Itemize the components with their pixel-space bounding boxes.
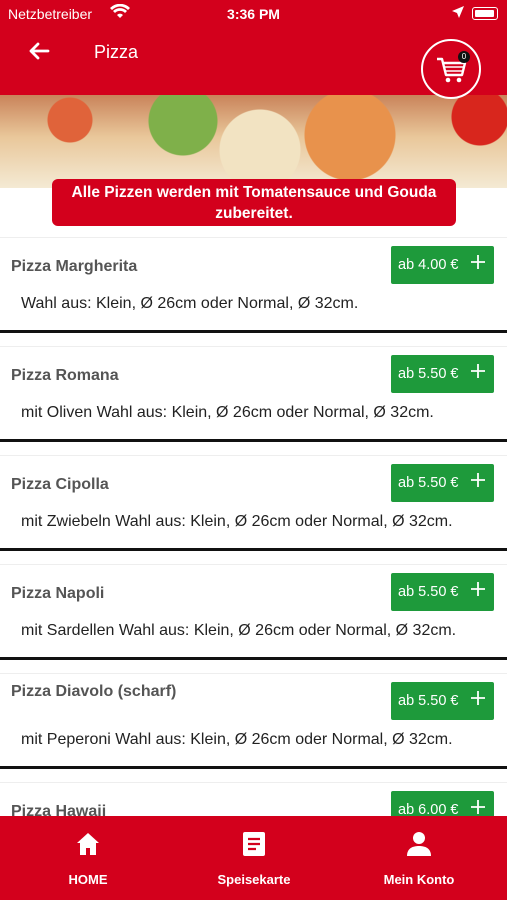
item-description: Wahl aus: Klein, Ø 26cm oder Normal, Ø 3…: [21, 295, 359, 312]
add-to-cart-button[interactable]: ab 4.00 €: [391, 246, 494, 284]
page-title: Pizza: [94, 42, 139, 62]
item-description: mit Peperoni Wahl aus: Klein, Ø 26cm ode…: [21, 731, 453, 748]
item-description: mit Sardellen Wahl aus: Klein, Ø 26cm od…: [21, 622, 457, 639]
bottom-tab-bar: HOME Speisekarte Mein Konto: [0, 816, 507, 900]
menu-icon: [243, 832, 265, 856]
item-name: Pizza Diavolo (scharf): [11, 683, 177, 700]
add-to-cart-button[interactable]: ab 5.50 €: [391, 464, 494, 502]
item-price: ab 4.00 €: [398, 257, 459, 273]
item-price: ab 5.50 €: [398, 366, 459, 382]
plus-icon: [471, 800, 485, 814]
menu-item[interactable]: Pizza Margherita ab 4.00 € Wahl aus: Kle…: [0, 237, 507, 333]
tab-label: HOME: [68, 872, 108, 887]
menu-item[interactable]: Pizza Napoli ab 5.50 € mit Sardellen Wah…: [0, 564, 507, 660]
clock: 3:36 PM: [227, 6, 280, 22]
plus-icon: [471, 691, 485, 705]
item-description: mit Oliven Wahl aus: Klein, Ø 26cm oder …: [21, 404, 434, 421]
item-description: mit Zwiebeln Wahl aus: Klein, Ø 26cm ode…: [21, 513, 453, 530]
notice-banner: Alle Pizzen werden mit Tomatensauce und …: [52, 179, 456, 226]
add-to-cart-button[interactable]: ab 5.50 €: [391, 682, 494, 720]
menu-item[interactable]: Pizza Romana ab 5.50 € mit Oliven Wahl a…: [0, 346, 507, 442]
plus-icon: [471, 473, 485, 487]
tab-speisekarte[interactable]: Speisekarte: [189, 816, 319, 900]
battery-icon: [472, 7, 498, 20]
tab-label: Mein Konto: [383, 872, 455, 887]
item-name: Pizza Margherita: [11, 258, 138, 275]
item-price: ab 5.50 €: [398, 475, 459, 491]
item-name: Pizza Romana: [11, 367, 119, 384]
location-arrow-icon: [452, 6, 464, 18]
plus-icon: [471, 255, 485, 269]
cart-count-badge: 0: [458, 51, 470, 63]
hero-image: [0, 95, 507, 188]
plus-icon: [471, 364, 485, 378]
back-arrow-icon[interactable]: [24, 36, 54, 66]
cart-button[interactable]: 0: [421, 39, 481, 99]
item-name: Pizza Cipolla: [11, 476, 109, 493]
account-icon: [407, 832, 431, 856]
cart-icon: [437, 57, 467, 83]
home-icon: [77, 833, 99, 855]
menu-item[interactable]: Pizza Diavolo (scharf) ab 5.50 € mit Pep…: [0, 673, 507, 769]
add-to-cart-button[interactable]: ab 5.50 €: [391, 573, 494, 611]
item-price: ab 5.50 €: [398, 584, 459, 600]
status-bar: Netzbetreiber 3:36 PM: [0, 0, 507, 30]
plus-icon: [471, 582, 485, 596]
item-name: Pizza Napoli: [11, 585, 105, 602]
add-to-cart-button[interactable]: ab 5.50 €: [391, 355, 494, 393]
menu-item[interactable]: Pizza Cipolla ab 5.50 € mit Zwiebeln Wah…: [0, 455, 507, 551]
tab-label: Speisekarte: [217, 872, 291, 887]
item-price: ab 5.50 €: [398, 693, 459, 709]
tab-mein-konto[interactable]: Mein Konto: [354, 816, 484, 900]
tab-home[interactable]: HOME: [23, 816, 153, 900]
